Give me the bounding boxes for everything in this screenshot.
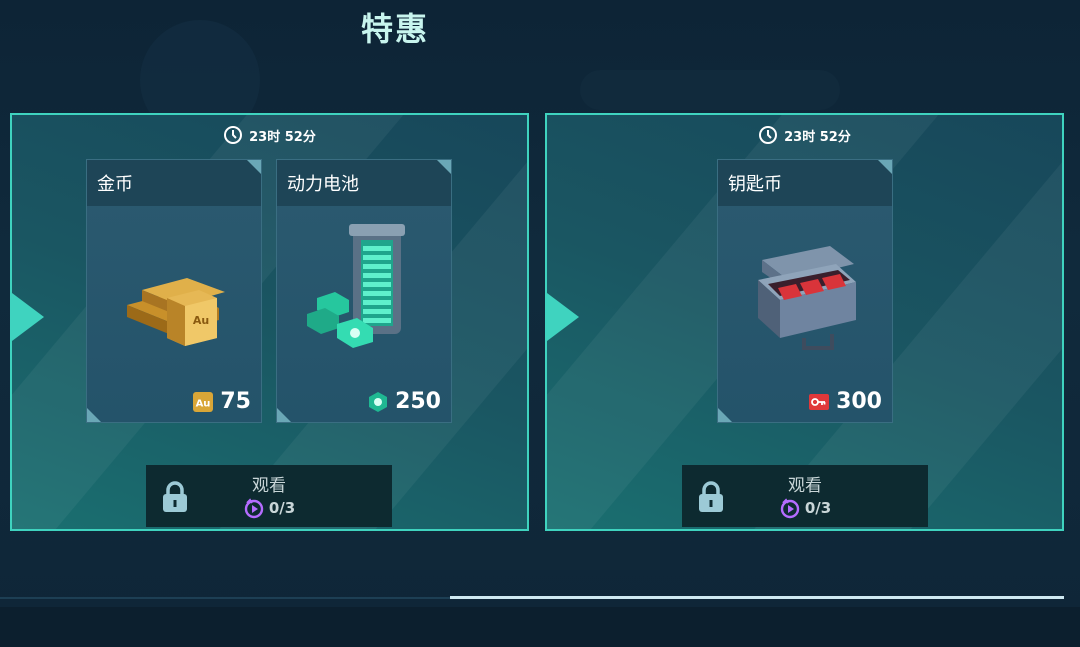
watch-label: 观看: [788, 476, 822, 496]
horizontal-scroll-thumb[interactable]: [450, 596, 1064, 599]
item-name: 动力电池: [277, 160, 451, 206]
clock-icon: [224, 126, 243, 144]
watch-label: 观看: [252, 476, 286, 496]
panel-arrow-icon: [12, 293, 44, 341]
svg-text:Au: Au: [193, 314, 209, 327]
offer-timer: 23时 52分: [12, 125, 527, 145]
watch-ad-button[interactable]: 观看 0/3: [146, 465, 392, 527]
watch-count: 0/3: [146, 497, 392, 519]
video-play-icon: [244, 498, 264, 519]
watch-count: 0/3: [682, 497, 928, 519]
item-amount: 300: [808, 389, 882, 414]
svg-text:Au: Au: [196, 398, 211, 409]
watch-ad-button[interactable]: 观看 0/3: [682, 465, 928, 527]
item-name: 钥匙币: [718, 160, 892, 206]
key-case-image: [758, 246, 856, 350]
item-card-key-coin[interactable]: 钥匙币 300: [717, 159, 893, 423]
power-cell-image: [307, 224, 405, 348]
offer-panel-1: 23时 52分 金币 Au Au 75 动力电池 250 观看 0/3: [10, 113, 529, 531]
timer-text: 23时 52分: [784, 129, 851, 145]
bottom-band: [0, 607, 1080, 647]
item-card-gold[interactable]: 金币 Au Au 75: [86, 159, 262, 423]
panel-arrow-icon: [547, 293, 579, 341]
gold-bars-image: Au: [127, 278, 225, 346]
item-amount: Au 75: [192, 389, 251, 414]
video-play-icon: [780, 498, 800, 519]
offer-timer: 23时 52分: [547, 125, 1062, 145]
page-title: 特惠: [360, 10, 429, 48]
item-amount: 250: [367, 389, 441, 414]
item-name: 金币: [87, 160, 261, 206]
timer-text: 23时 52分: [249, 129, 316, 145]
gold-au-icon: Au: [193, 391, 214, 412]
clock-icon: [759, 126, 778, 144]
key-coin-icon: [809, 393, 830, 410]
offer-panel-2: 23时 52分 钥匙币 300 观看 0/3: [545, 113, 1064, 531]
power-cell-icon: [369, 391, 388, 412]
item-card-power-cell[interactable]: 动力电池 250: [276, 159, 452, 423]
